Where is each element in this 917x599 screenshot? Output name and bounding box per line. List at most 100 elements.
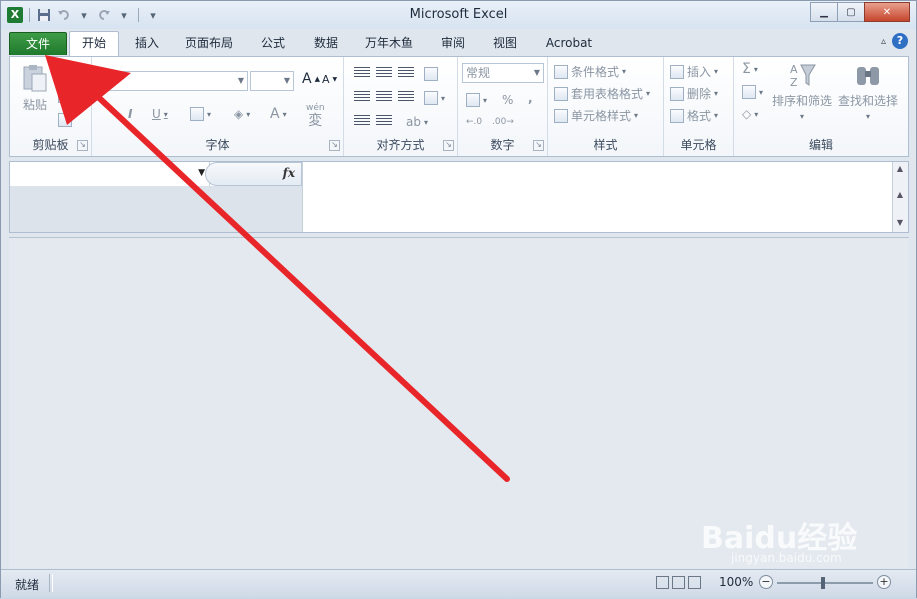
formula-input[interactable]	[303, 162, 893, 232]
minimize-button[interactable]: ▁	[810, 2, 838, 22]
tab-insert[interactable]: 插入	[125, 32, 169, 54]
align-top-button[interactable]	[354, 67, 370, 79]
align-left-button[interactable]	[354, 91, 370, 103]
align-center-button[interactable]	[376, 91, 392, 103]
underline-button[interactable]: U ▾	[152, 107, 168, 121]
page-break-view-icon[interactable]	[688, 576, 701, 589]
insert-function-icon[interactable]: fx	[283, 166, 295, 180]
increase-indent-button[interactable]	[376, 115, 392, 127]
chevron-down-icon: ▼	[283, 76, 290, 85]
status-separator	[49, 574, 53, 592]
tab-home[interactable]: 开始	[69, 31, 119, 57]
close-button[interactable]: ✕	[864, 2, 910, 22]
svg-text:Z: Z	[790, 76, 798, 89]
underline-icon: U	[152, 107, 161, 121]
fill-down-icon	[742, 85, 756, 99]
grow-font-button[interactable]: A ▲	[302, 71, 320, 87]
orientation-button[interactable]	[424, 67, 438, 81]
format-cells-icon	[670, 108, 684, 123]
chevron-down-icon[interactable]: ▼	[198, 168, 205, 178]
zoom-in-icon[interactable]: +	[877, 575, 891, 589]
accounting-icon	[466, 93, 480, 107]
percent-button[interactable]: %	[502, 93, 513, 107]
italic-button[interactable]: I	[128, 107, 132, 121]
paste-icon	[23, 65, 47, 92]
restore-button[interactable]: ▢	[837, 2, 865, 22]
font-name-combo[interactable]: ▼	[100, 71, 248, 91]
formula-scrollbar[interactable]: ▲ ▲ ▼	[892, 162, 908, 232]
insert-cells-button[interactable]: 插入 ▾	[670, 63, 718, 80]
tab-file[interactable]: 文件	[9, 32, 67, 55]
minimize-ribbon-icon[interactable]: ▵	[881, 36, 886, 47]
clipboard-launcher-icon[interactable]: ↘	[77, 140, 88, 151]
format-painter-button[interactable]	[58, 113, 72, 127]
conditional-format-button[interactable]: 条件格式 ▾	[554, 63, 626, 80]
decrease-decimal-icon: .00→	[492, 117, 514, 127]
fill-button[interactable]: ▾	[742, 85, 763, 99]
align-right-button[interactable]	[398, 91, 414, 103]
scroll-up-icon[interactable]: ▲	[895, 164, 905, 173]
comma-button[interactable]: ,	[528, 91, 533, 105]
paste-button[interactable]: 粘贴	[20, 63, 50, 113]
autosum-button[interactable]: Σ ▾	[742, 61, 758, 77]
zoom-slider-track[interactable]	[777, 582, 873, 584]
delete-cells-icon	[670, 86, 684, 101]
percent-icon: %	[502, 93, 514, 107]
zoom-slider-thumb[interactable]	[821, 577, 825, 589]
shrink-font-button[interactable]: A ▼	[322, 73, 337, 86]
page-layout-view-icon[interactable]	[672, 576, 685, 589]
decrease-decimal-button[interactable]: .00→	[492, 117, 514, 127]
format-as-table-button[interactable]: 套用表格格式 ▾	[554, 85, 650, 102]
name-box[interactable]: ▼	[10, 162, 210, 186]
alignment-launcher-icon[interactable]: ↘	[443, 140, 454, 151]
font-color-button[interactable]: A ▾	[270, 106, 287, 122]
tab-formulas[interactable]: 公式	[251, 32, 295, 54]
phonetic-button[interactable]: wén 変	[306, 103, 325, 128]
tab-data[interactable]: 数据	[304, 32, 348, 54]
tab-acrobat[interactable]: Acrobat	[537, 32, 601, 54]
format-cells-button[interactable]: 格式 ▾	[670, 107, 718, 124]
group-label-styles: 样式	[593, 138, 618, 152]
scroll-down-icon[interactable]: ▼	[895, 218, 905, 227]
number-format-combo[interactable]: 常规 ▼	[462, 63, 544, 83]
zoom-out-icon[interactable]: −	[759, 575, 773, 589]
group-clipboard: 粘贴 剪贴板 ↘	[10, 57, 92, 156]
number-launcher-icon[interactable]: ↘	[533, 140, 544, 151]
sort-filter-button[interactable]: AZ 排序和筛选 ▾	[772, 61, 832, 121]
copy-button[interactable]	[58, 89, 72, 103]
fill-color-button[interactable]: ◈ ▾	[234, 107, 250, 121]
cut-button[interactable]	[58, 67, 72, 81]
orientation-icon	[424, 67, 438, 81]
help-icon[interactable]: ?	[892, 33, 908, 49]
tab-review[interactable]: 审阅	[431, 32, 475, 54]
increase-decimal-button[interactable]: ←.0	[466, 117, 482, 127]
merge-center-button[interactable]: ▾	[424, 91, 445, 105]
accounting-format-button[interactable]: ▾	[466, 93, 487, 107]
cell-styles-button[interactable]: 单元格样式 ▾	[554, 107, 638, 124]
format-cells-label: 格式	[687, 109, 712, 123]
clear-button[interactable]: ◇ ▾	[742, 107, 758, 121]
find-select-button[interactable]: 查找和选择 ▾	[838, 61, 898, 121]
tab-page-layout[interactable]: 页面布局	[177, 32, 241, 54]
insert-function-area: fx	[205, 162, 302, 186]
font-size-combo[interactable]: ▼	[250, 71, 294, 91]
merge-center-icon	[424, 91, 438, 105]
minimize-icon: ▁	[820, 6, 828, 18]
chevron-down-icon: ▼	[237, 76, 244, 85]
scroll-up-icon[interactable]: ▲	[895, 190, 905, 199]
font-launcher-icon[interactable]: ↘	[329, 140, 340, 151]
font-color-icon: A	[270, 106, 280, 122]
sort-filter-icon: AZ	[790, 63, 816, 89]
align-middle-button[interactable]	[376, 67, 392, 79]
zoom-level[interactable]: 100%	[719, 575, 753, 589]
normal-view-icon[interactable]	[656, 576, 669, 589]
decrease-indent-button[interactable]	[354, 115, 370, 127]
wrap-text-button[interactable]: ab ▾	[406, 115, 428, 129]
borders-button[interactable]: ▾	[190, 107, 211, 121]
align-bottom-button[interactable]	[398, 67, 414, 79]
delete-cells-button[interactable]: 删除 ▾	[670, 85, 718, 102]
align-bottom-icon	[398, 67, 414, 79]
tab-view[interactable]: 视图	[483, 32, 527, 54]
borders-icon	[190, 107, 204, 121]
tab-wannian-muyu[interactable]: 万年木鱼	[357, 32, 421, 54]
